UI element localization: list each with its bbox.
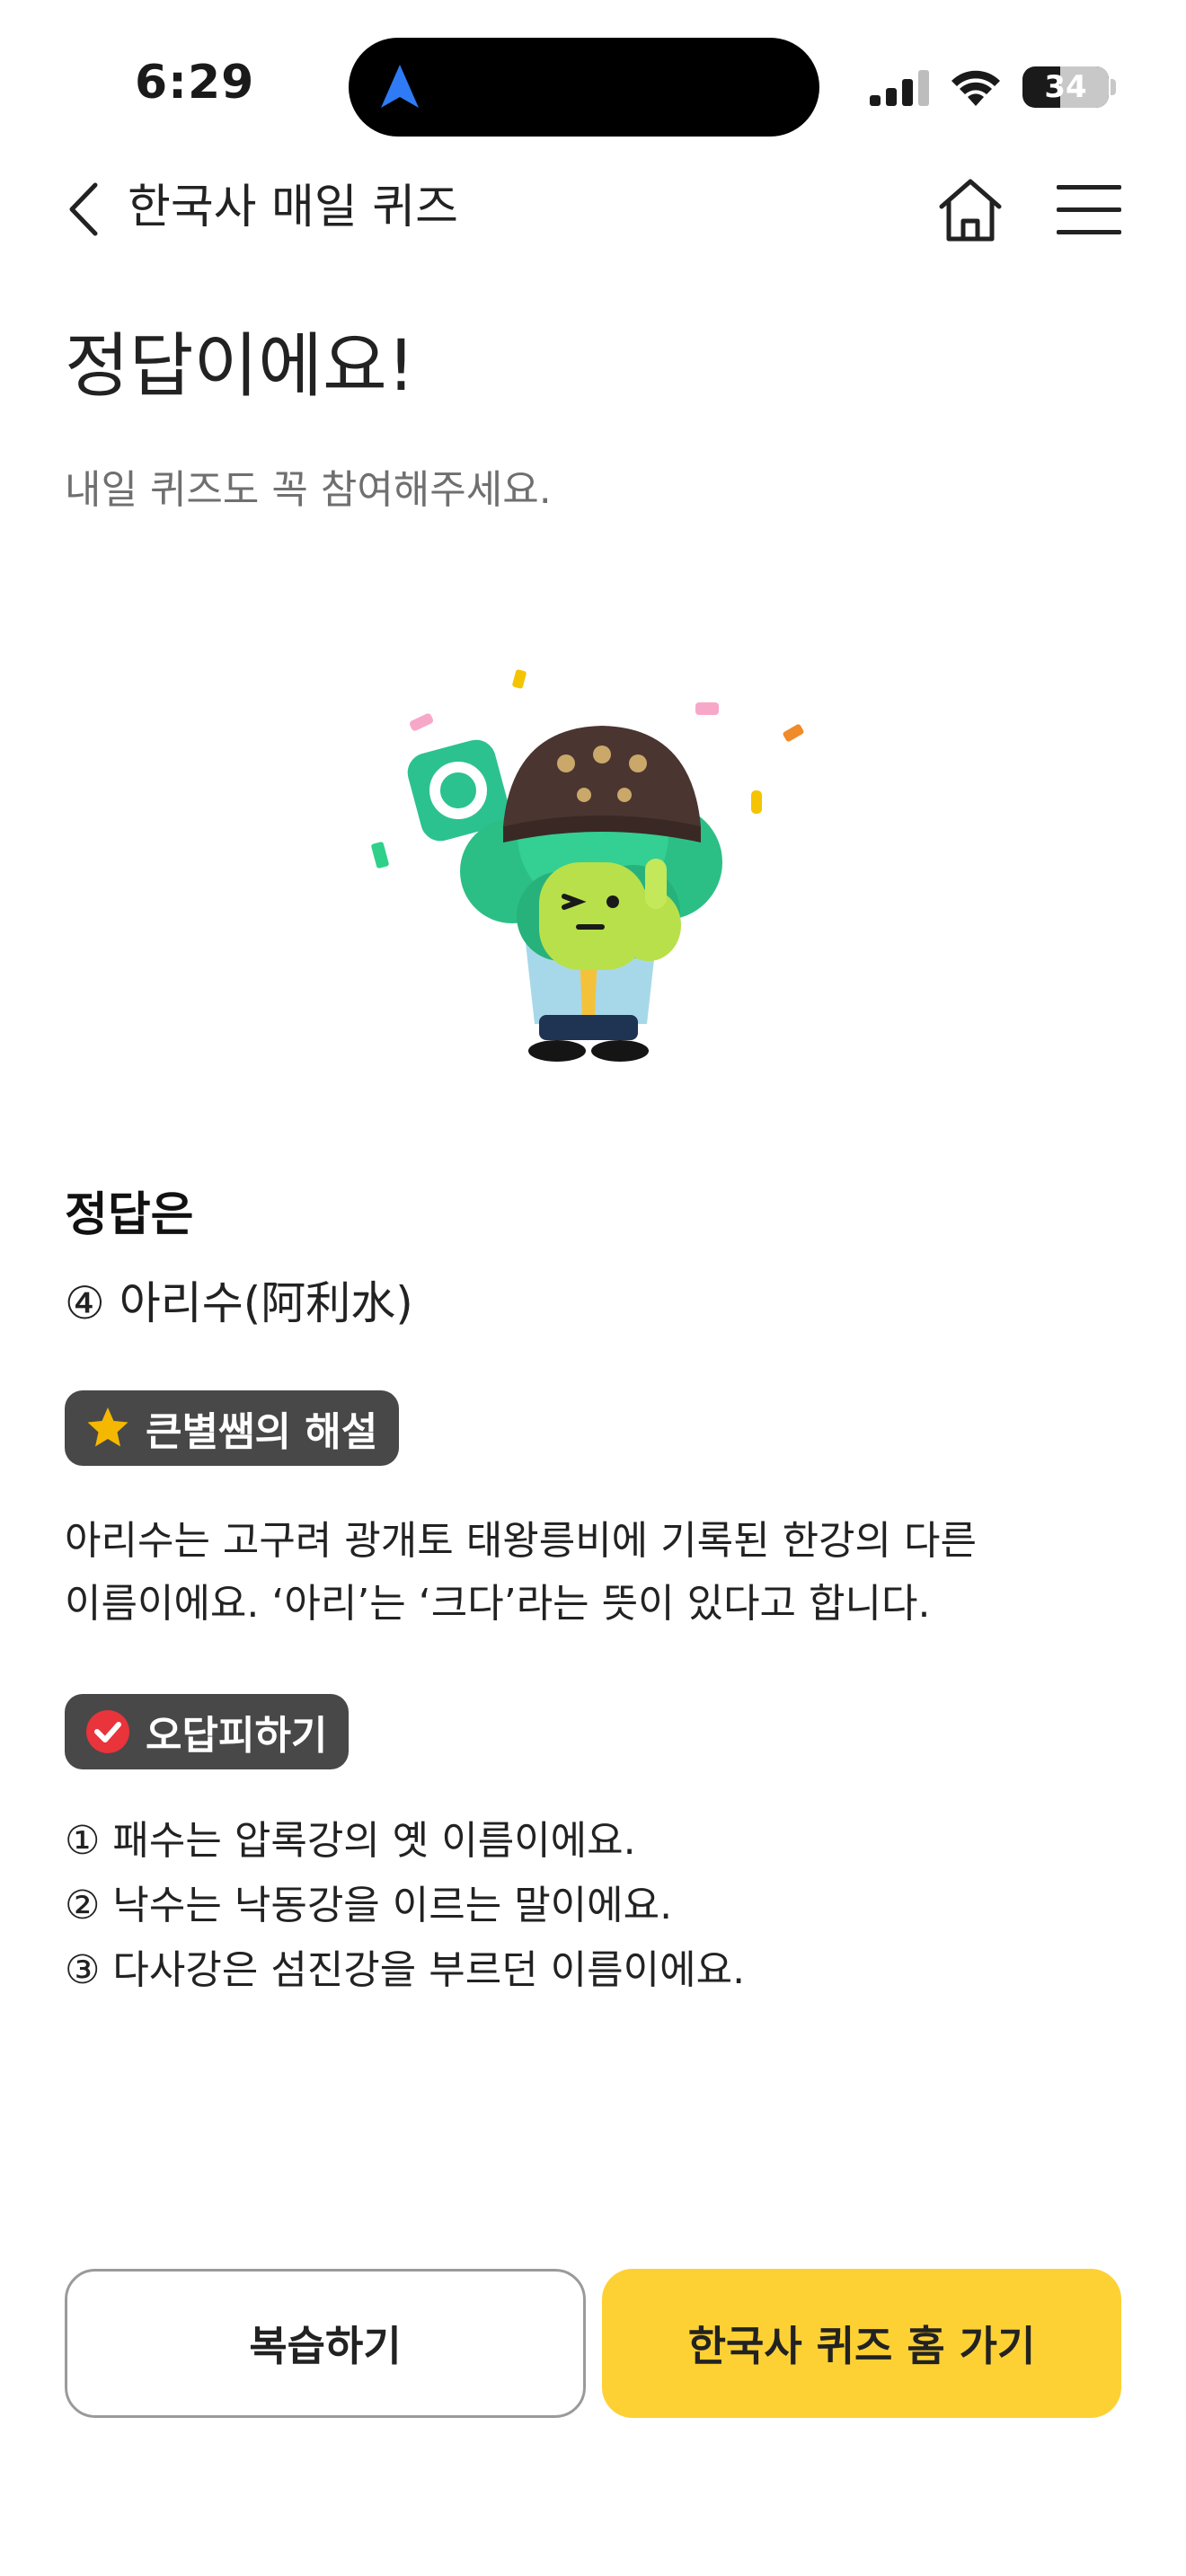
explanation-line: 이름이에요. ‘아리’는 ‘크다’라는 뜻이 있다고 합니다.	[65, 1581, 931, 1627]
explanation-tag: 큰별쌤의 해설	[65, 1390, 400, 1466]
wrong-answer-item: ② 낙수는 낙동강을 이르는 말이에요.	[65, 1883, 673, 1928]
wrong-answers-tag: 오답피하기	[65, 1694, 350, 1769]
battery-level: 34	[1044, 69, 1087, 105]
wrong-answers-tag-label: 오답피하기	[146, 1713, 328, 1759]
quiz-home-button[interactable]: 한국사 퀴즈 홈 가기	[602, 2269, 1121, 2418]
result-headline: 정답이에요!	[65, 326, 416, 407]
hamburger-menu-icon[interactable]	[1057, 183, 1121, 237]
explanation-line: 아리수는 고구려 광개토 태왕릉비에 기록된 한강의 다른	[65, 1518, 977, 1564]
review-button[interactable]: 복습하기	[65, 2269, 586, 2418]
wrong-answer-item: ③ 다사강은 섬진강을 부르던 이름이에요.	[65, 1947, 746, 1993]
explanation-tag-label: 큰별쌤의 해설	[146, 1409, 378, 1455]
home-icon[interactable]	[934, 176, 1006, 244]
check-circle-icon	[86, 1710, 129, 1753]
answer-label: 정답은	[65, 1188, 194, 1242]
battery-tip	[1111, 79, 1116, 95]
wifi-icon	[951, 70, 1000, 106]
wrong-answer-item: ① 패수는 압록강의 옛 이름이에요.	[65, 1818, 636, 1864]
result-subtitle: 내일 퀴즈도 꼭 참여해주세요.	[65, 467, 552, 513]
star-icon	[87, 1407, 128, 1447]
location-arrow-icon	[381, 65, 419, 108]
nav-title: 한국사 매일 퀴즈	[128, 181, 458, 234]
answer-value: ④ 아리수(阿利水)	[65, 1277, 413, 1329]
back-chevron-icon[interactable]	[63, 180, 102, 239]
cellular-signal-icon	[870, 70, 929, 106]
mascot-illustration	[371, 669, 804, 1062]
status-time: 6:29	[135, 56, 255, 110]
